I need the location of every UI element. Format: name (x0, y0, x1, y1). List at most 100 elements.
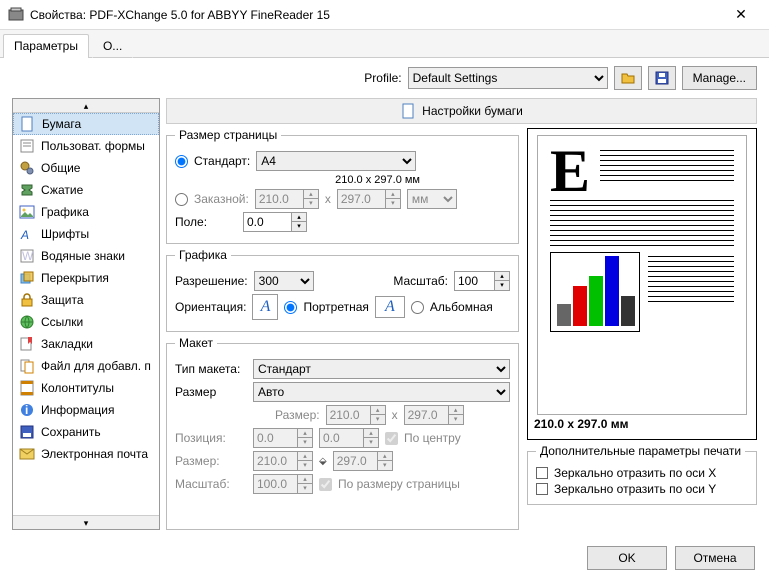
input-custom-width[interactable] (255, 189, 303, 209)
label-size2: Размер: (175, 454, 247, 468)
profile-label: Profile: (364, 71, 401, 85)
sidebar-item-headers[interactable]: Колонтитулы (13, 377, 159, 399)
label-margin: Поле: (175, 215, 237, 229)
checkbox-fit[interactable] (319, 478, 332, 491)
content-title: Настройки бумаги (422, 104, 523, 118)
spinner-buttons[interactable]: ▴▾ (363, 428, 379, 448)
input-size2-w[interactable] (253, 451, 297, 471)
sidebar: ▴ Бумага Пользоват. формы Общие Сжатие Г… (12, 98, 160, 530)
gears-icon (19, 160, 35, 176)
sidebar-item-label: Пользоват. формы (41, 139, 145, 153)
sidebar-item-forms[interactable]: Пользоват. формы (13, 135, 159, 157)
input-custom-height[interactable] (337, 189, 385, 209)
label-portrait: Портретная (303, 300, 368, 314)
label-mirror-y: Зеркально отразить по оси Y (554, 482, 716, 496)
close-button[interactable]: ✕ (721, 6, 761, 23)
label-standard: Стандарт: (194, 154, 250, 168)
sidebar-item-label: Водяные знаки (41, 249, 125, 263)
sidebar-item-info[interactable]: iИнформация (13, 399, 159, 421)
sidebar-item-append[interactable]: Файл для добавл. п (13, 355, 159, 377)
input-layout-w[interactable] (326, 405, 370, 425)
sidebar-scroll-up[interactable]: ▴ (13, 99, 159, 113)
input-margin[interactable] (243, 212, 291, 232)
sidebar-item-email[interactable]: Электронная почта (13, 443, 159, 465)
input-pos-x[interactable] (253, 428, 297, 448)
sidebar-item-security[interactable]: Защита (13, 289, 159, 311)
dialog-footer: OK Отмена (0, 538, 769, 578)
spinner-buttons[interactable]: ▴▾ (297, 451, 313, 471)
spinner-buttons[interactable]: ▴▾ (297, 474, 313, 494)
select-resolution[interactable]: 300 (254, 271, 314, 291)
label-mirror-x: Зеркально отразить по оси X (554, 466, 716, 480)
spinner-buttons[interactable]: ▴▾ (494, 271, 510, 291)
tab-params[interactable]: Параметры (3, 34, 89, 58)
spinner-buttons[interactable]: ▴▾ (377, 451, 393, 471)
page-icon (400, 103, 416, 119)
sidebar-item-overlays[interactable]: Перекрытия (13, 267, 159, 289)
dims-note: 210.0 x 297.0 мм (335, 174, 420, 186)
sidebar-item-label: Перекрытия (41, 271, 109, 285)
sidebar-item-bookmarks[interactable]: Закладки (13, 333, 159, 355)
sidebar-item-save[interactable]: Сохранить (13, 421, 159, 443)
sidebar-scroll-down[interactable]: ▾ (13, 515, 159, 529)
sidebar-item-general[interactable]: Общие (13, 157, 159, 179)
font-icon: A (19, 226, 35, 242)
sidebar-item-paper[interactable]: Бумага (13, 113, 159, 135)
sidebar-item-label: Ссылки (41, 315, 83, 329)
checkbox-mirror-x[interactable] (536, 467, 548, 479)
profile-open-button[interactable] (614, 66, 642, 90)
sidebar-item-label: Информация (41, 403, 114, 417)
window-title: Свойства: PDF-XChange 5.0 for ABBYY Fine… (30, 8, 721, 22)
checkbox-center[interactable] (385, 432, 398, 445)
x-separator: x (392, 408, 398, 422)
sidebar-item-watermarks[interactable]: WВодяные знаки (13, 245, 159, 267)
sidebar-item-compression[interactable]: Сжатие (13, 179, 159, 201)
profile-manage-button[interactable]: Manage... (682, 66, 757, 90)
profile-row: Profile: Default Settings Manage... (0, 58, 769, 98)
app-icon (8, 7, 24, 23)
spinner-buttons[interactable]: ▴▾ (291, 212, 307, 232)
radio-portrait[interactable] (284, 301, 297, 314)
select-standard-size[interactable]: A4 (256, 151, 416, 171)
label-custom: Заказной: (194, 192, 249, 206)
spinner-buttons[interactable]: ▴▾ (297, 428, 313, 448)
sidebar-item-label: Сохранить (41, 425, 101, 439)
spinner-buttons[interactable]: ▴▾ (448, 405, 464, 425)
input-pos-y[interactable] (319, 428, 363, 448)
radio-custom[interactable] (175, 193, 188, 206)
label-landscape: Альбомная (430, 300, 493, 314)
group-graphics: Графика Разрешение: 300 Масштаб: ▴▾ Орие… (166, 248, 519, 332)
input-scale[interactable] (454, 271, 494, 291)
save-icon (19, 424, 35, 440)
content: Настройки бумаги Размер страницы Стандар… (166, 98, 757, 530)
radio-landscape[interactable] (411, 301, 424, 314)
legend-graphics: Графика (175, 248, 231, 262)
bookmark-icon (19, 336, 35, 352)
select-unit[interactable]: мм (407, 189, 457, 209)
label-layout-type: Тип макета: (175, 362, 247, 376)
sidebar-item-fonts[interactable]: AШрифты (13, 223, 159, 245)
spinner-buttons[interactable]: ▴▾ (370, 405, 386, 425)
select-layout-type[interactable]: Стандарт (253, 359, 510, 379)
select-layout-size[interactable]: Авто (253, 382, 510, 402)
sidebar-item-links[interactable]: Ссылки (13, 311, 159, 333)
ok-button[interactable]: OK (587, 546, 667, 570)
input-layout-h[interactable] (404, 405, 448, 425)
spinner-buttons[interactable]: ▴▾ (303, 189, 319, 209)
content-header: Настройки бумаги (166, 98, 757, 124)
input-scale2[interactable] (253, 474, 297, 494)
cancel-button[interactable]: Отмена (675, 546, 755, 570)
sidebar-item-graphics[interactable]: Графика (13, 201, 159, 223)
sidebar-item-label: Закладки (41, 337, 93, 351)
sidebar-items: Бумага Пользоват. формы Общие Сжатие Гра… (13, 113, 159, 515)
checkbox-mirror-y[interactable] (536, 483, 548, 495)
profile-save-button[interactable] (648, 66, 676, 90)
profile-select[interactable]: Default Settings (408, 67, 608, 89)
radio-standard[interactable] (175, 155, 188, 168)
tab-about[interactable]: О... (92, 34, 133, 58)
sidebar-item-label: Графика (41, 205, 89, 219)
spinner-buttons[interactable]: ▴▾ (385, 189, 401, 209)
label-scale2: Масштаб: (175, 477, 247, 491)
input-size2-h[interactable] (333, 451, 377, 471)
link-icon[interactable]: ⬙ (319, 456, 327, 467)
